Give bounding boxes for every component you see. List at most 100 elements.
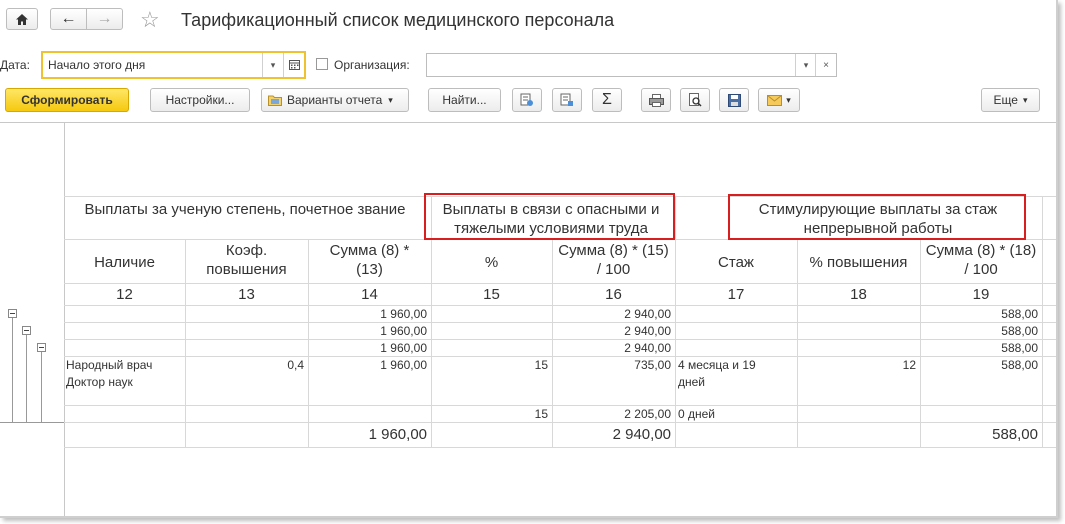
arrow-left-icon: ← [60, 10, 77, 27]
chevron-down-icon: ▾ [388, 94, 393, 105]
total-cell: 2 940,00 [612, 426, 671, 443]
table-cell: 1 960,00 [380, 324, 427, 338]
table-cell: 2 940,00 [624, 307, 671, 321]
table-cell: 2 205,00 [624, 407, 671, 421]
table-cell: 588,00 [1001, 358, 1038, 372]
floppy-disk-icon [727, 93, 741, 107]
sigma-icon: Σ [602, 91, 612, 108]
col-number: 13 [238, 286, 255, 303]
expand-groups-button[interactable] [512, 88, 542, 112]
date-value: Начало этого дня [48, 58, 146, 72]
chevron-down-icon: ▾ [803, 59, 809, 70]
collapse-groups-icon [560, 93, 573, 106]
total-cell: 1 960,00 [368, 426, 427, 443]
printer-icon [648, 93, 664, 107]
total-cell: 588,00 [992, 426, 1038, 443]
table-cell: 588,00 [1001, 341, 1038, 355]
group-header-degree: Выплаты за ученую степень, почетное зван… [84, 201, 406, 218]
folder-icon [268, 95, 282, 106]
save-button[interactable] [719, 88, 749, 112]
forward-button[interactable]: → [86, 8, 123, 30]
table-cell: 1 960,00 [380, 307, 427, 321]
col-number: 12 [116, 286, 133, 303]
print-preview-button[interactable] [680, 88, 710, 112]
calendar-button[interactable] [283, 53, 304, 77]
col-number: 15 [483, 286, 500, 303]
col-header-17: Стаж [718, 254, 754, 271]
col-header-19: Сумма (8) * (18) / 100 [925, 242, 1037, 278]
settings-button[interactable]: Настройки... [150, 88, 250, 112]
table-cell: Доктор наук [66, 375, 133, 389]
group-collapse-toggle[interactable] [22, 326, 31, 335]
col-number: 17 [727, 286, 745, 303]
col-number: 19 [972, 286, 990, 303]
more-button[interactable]: Еще ▾ [981, 88, 1040, 112]
table-cell: 15 [534, 407, 548, 421]
table-cell: 588,00 [1001, 307, 1038, 321]
col-header-13: Коэф. повышения [206, 242, 287, 278]
group-collapse-toggle[interactable] [8, 309, 17, 318]
print-preview-icon [689, 93, 702, 107]
envelope-icon [767, 94, 783, 106]
organization-field[interactable]: ▾ × [426, 53, 837, 77]
generate-button-label: Сформировать [21, 93, 113, 107]
table-cell: дней [678, 375, 706, 389]
calendar-icon [288, 60, 300, 70]
chevron-down-icon: ▾ [270, 59, 276, 70]
organization-dropdown-button[interactable]: ▾ [795, 54, 816, 76]
table-cell: Народный врач [66, 358, 153, 372]
highlight-hazard-header [424, 193, 675, 240]
col-number: 18 [850, 286, 867, 303]
highlight-tenure-header [728, 194, 1026, 240]
settings-button-label: Настройки... [165, 93, 235, 107]
find-button[interactable]: Найти... [428, 88, 501, 112]
col-header-15: % [484, 254, 499, 271]
col-number: 16 [605, 286, 622, 303]
report-grid: Выплаты за ученую степень, почетное зван… [0, 122, 1056, 516]
group-collapse-toggle[interactable] [37, 343, 46, 352]
chevron-down-icon: ▾ [786, 94, 791, 105]
arrow-right-icon: → [96, 10, 113, 27]
expand-groups-icon [520, 93, 533, 106]
table-cell: 2 940,00 [624, 324, 671, 338]
close-icon: × [823, 59, 829, 71]
back-button[interactable]: ← [50, 8, 87, 30]
table-cell: 1 960,00 [380, 341, 427, 355]
favorite-star-icon[interactable]: ☆ [140, 7, 160, 33]
chevron-down-icon: ▾ [1022, 94, 1028, 105]
col-header-12: Наличие [94, 254, 155, 271]
date-field[interactable]: Начало этого дня ▾ [41, 51, 306, 79]
table-cell: 1 960,00 [380, 358, 427, 372]
col-number: 14 [361, 286, 378, 303]
more-button-label: Еще [993, 93, 1018, 107]
print-button[interactable] [641, 88, 671, 112]
table-cell: 0 дней [678, 407, 716, 421]
report-variants-button[interactable]: Варианты отчета ▾ [261, 88, 409, 112]
date-dropdown-button[interactable]: ▾ [262, 53, 283, 77]
title-bar: ← → ☆ Тарификационный список медицинског… [0, 0, 1056, 40]
home-button[interactable] [6, 8, 38, 30]
date-label: Дата: [0, 58, 30, 72]
col-header-16: Сумма (8) * (15) / 100 [558, 242, 669, 278]
table-cell: 2 940,00 [624, 341, 671, 355]
home-icon [16, 13, 28, 25]
table-cell: 0,4 [287, 358, 304, 372]
organization-label: Организация: [334, 58, 410, 72]
find-button-label: Найти... [442, 93, 487, 107]
table-cell: 12 [902, 358, 916, 372]
table-cell: 15 [534, 358, 548, 372]
sum-button[interactable]: Σ [592, 88, 622, 112]
table-cell: 4 месяца и 19 [678, 358, 756, 372]
table-cell: 735,00 [634, 358, 671, 372]
col-header-18: % повышения [809, 254, 908, 271]
window-title: Тарификационный список медицинского перс… [181, 10, 615, 30]
col-header-14: Сумма (8) * (13) [329, 242, 410, 278]
generate-button[interactable]: Сформировать [5, 88, 129, 112]
report-window: ← → ☆ Тарификационный список медицинског… [0, 0, 1058, 518]
send-email-button[interactable]: ▾ [758, 88, 800, 112]
organization-checkbox[interactable] [316, 58, 328, 70]
organization-clear-button[interactable]: × [815, 54, 836, 76]
collapse-groups-button[interactable] [552, 88, 582, 112]
report-variants-label: Варианты отчета [287, 93, 383, 107]
table-cell: 588,00 [1001, 324, 1038, 338]
